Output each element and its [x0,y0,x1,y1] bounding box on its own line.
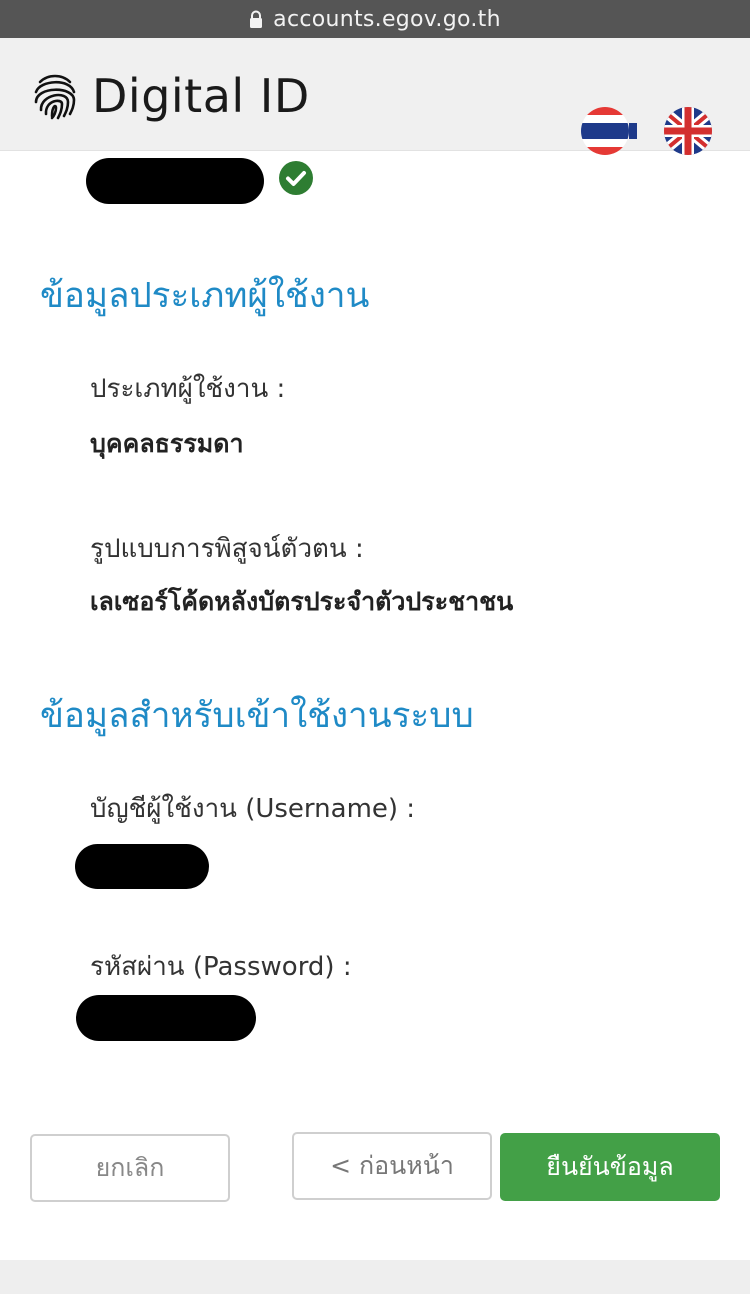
browser-url-text: accounts.egov.go.th [273,6,501,32]
thailand-flag-icon[interactable] [577,106,637,156]
password-label: รหัสผ่าน (Password) : [90,952,352,982]
confirm-button[interactable]: ยืนยันข้อมูล [500,1133,720,1201]
app-title: Digital ID [92,69,310,123]
user-type-label: ประเภทผู้ใช้งาน : [90,374,286,404]
section-title-user-type: ข้อมูลประเภทผู้ใช้งาน [40,276,370,316]
check-circle-icon [279,161,313,195]
uk-flag-icon[interactable] [658,106,718,156]
brand-logo[interactable]: Digital ID [32,68,310,124]
browser-url-bar[interactable]: accounts.egov.go.th [0,0,750,38]
verification-method-label: รูปแบบการพิสูจน์ตัวตน : [90,534,364,564]
username-label: บัญชีผู้ใช้งาน (Username) : [90,794,416,824]
fingerprint-icon [34,74,76,120]
user-type-value: บุคคลธรรมดา [90,429,244,458]
previous-button[interactable]: < ก่อนหน้า [292,1132,492,1200]
bottom-bar [0,1260,750,1294]
site-header: Digital ID [0,38,750,155]
redacted-username [75,844,209,889]
verification-method-value: เลเซอร์โค้ดหลังบัตรประจำตัวประชาชน [90,587,514,616]
redacted-password [76,995,256,1041]
lock-icon [250,10,263,28]
redacted-name [86,158,264,204]
section-title-login-info: ข้อมูลสำหรับเข้าใช้งานระบบ [40,696,474,736]
cancel-button[interactable]: ยกเลิก [30,1134,230,1202]
